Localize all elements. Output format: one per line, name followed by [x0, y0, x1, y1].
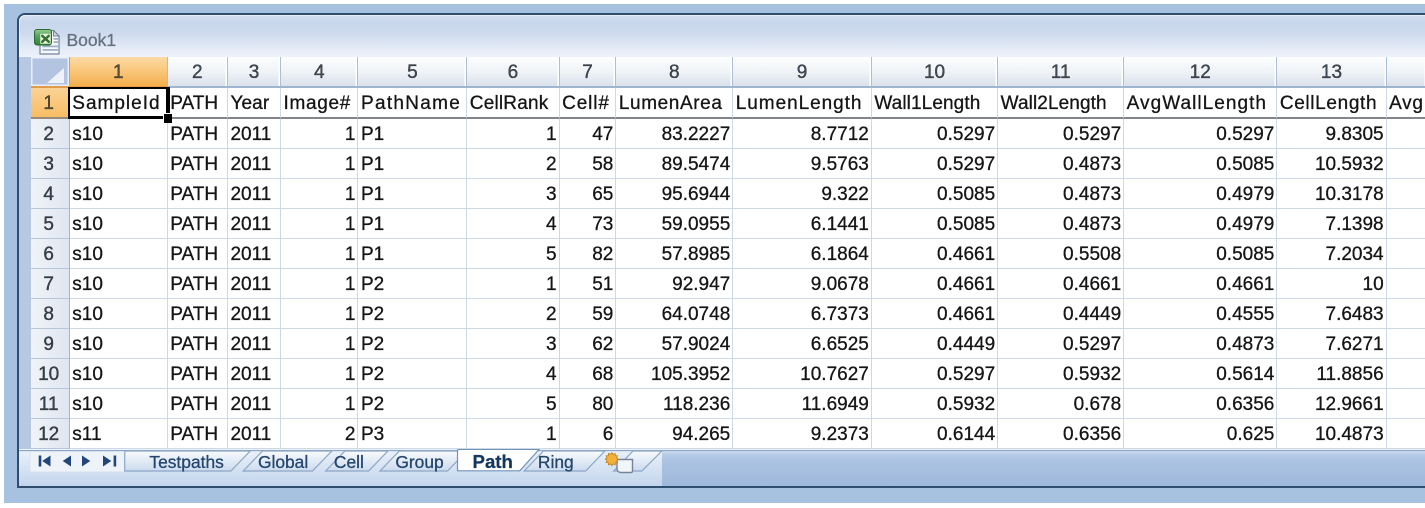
- svg-text:Testpaths: Testpaths: [149, 452, 224, 472]
- svg-text:Cell: Cell: [334, 452, 364, 472]
- svg-text:Global: Global: [258, 452, 308, 472]
- svg-text:Ring: Ring: [538, 452, 574, 472]
- svg-text:Group: Group: [395, 452, 443, 472]
- svg-text:Path: Path: [473, 451, 513, 472]
